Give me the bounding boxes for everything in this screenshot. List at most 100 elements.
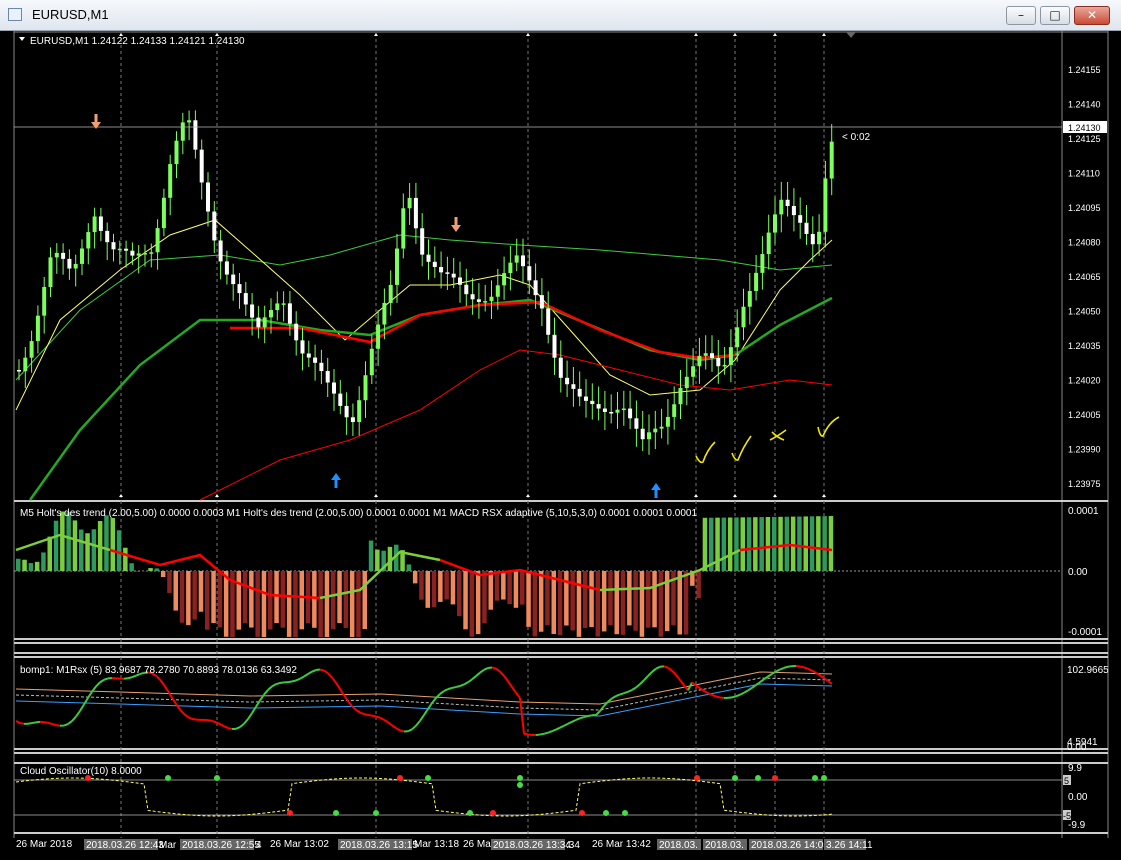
candle-body — [300, 340, 305, 354]
price-label: 1.24125 — [1068, 134, 1101, 144]
rsx-axis-top: 102.9665 — [1067, 665, 1109, 676]
rsx-segment — [63, 723, 69, 727]
candle-body — [124, 248, 129, 251]
candle-body — [168, 164, 173, 198]
candle-body — [439, 267, 444, 273]
histogram-bar — [312, 571, 317, 628]
maximize-button[interactable]: □ — [1040, 6, 1070, 25]
rsx-segment — [319, 668, 325, 672]
histogram-bar — [482, 571, 487, 624]
time-label: 2018.03.26 13:15 — [340, 840, 418, 851]
cloud-signal-dot — [287, 810, 293, 816]
candle-body — [269, 310, 273, 318]
price-label: 1.24035 — [1068, 341, 1101, 351]
candle-body — [779, 199, 784, 215]
candle-body — [596, 404, 601, 409]
histogram-bar — [545, 571, 550, 626]
candle-body — [760, 254, 765, 273]
cloud-signal-dot — [425, 775, 431, 781]
histogram-bar — [116, 530, 122, 571]
rsx-segment — [371, 714, 377, 718]
rsx-segment — [731, 695, 737, 699]
histogram-bar — [91, 529, 97, 571]
histogram-bar — [633, 571, 638, 631]
cloud-signal-dot — [622, 810, 628, 816]
candle-body — [823, 178, 828, 232]
candle-body — [728, 347, 733, 365]
candle-body — [281, 303, 286, 305]
price-label: 1.24155 — [1068, 65, 1101, 75]
histogram-bar — [274, 571, 279, 624]
candle-body — [697, 355, 702, 367]
candle-body — [180, 122, 185, 141]
histogram-bar — [337, 571, 342, 624]
chart-area — [14, 31, 1062, 839]
histogram-bar — [293, 571, 298, 637]
time-label: 2018.03.26 13:34 — [493, 840, 571, 851]
rsx-segment — [275, 682, 281, 686]
histogram-bar — [211, 571, 216, 624]
rsx-segment — [587, 714, 593, 717]
price-label: 1.24050 — [1068, 307, 1101, 317]
candle-body — [804, 222, 809, 234]
histogram-bar — [583, 571, 588, 628]
time-axis[interactable]: 26 Mar 2018 2018.03.26 12:43 Mar 2018.03… — [16, 839, 873, 851]
candle-body — [111, 242, 116, 250]
histogram-bar — [331, 571, 336, 630]
candle-body — [552, 334, 557, 358]
candle-body — [659, 426, 664, 429]
candle-body — [502, 273, 507, 286]
candle-body — [602, 408, 607, 413]
price-label: 1.24110 — [1068, 169, 1100, 179]
price-scale[interactable] — [1062, 31, 1108, 839]
rsx-segment — [623, 690, 629, 695]
histogram-bar — [104, 515, 109, 571]
histogram-bar — [28, 563, 34, 571]
candle-body — [754, 272, 759, 291]
candle-body — [313, 357, 318, 363]
current-price-label: 1.24130 — [1068, 123, 1101, 133]
candle-body — [143, 253, 147, 255]
histogram-bar — [809, 516, 815, 571]
candle-body — [149, 252, 154, 254]
cloud-signal-dot — [755, 775, 761, 781]
candle-body — [413, 197, 418, 229]
cloud-signal-dot — [812, 775, 818, 781]
candle-body — [54, 252, 59, 258]
candle-body — [161, 197, 166, 229]
histogram-bar — [129, 563, 134, 571]
candle-body — [621, 408, 626, 411]
candle-body — [653, 428, 658, 433]
histogram-bar — [343, 571, 349, 628]
candle-body — [306, 353, 311, 358]
rsx-segment — [547, 730, 553, 734]
histogram-bar — [47, 536, 52, 571]
price-label: 1.24140 — [1068, 100, 1101, 110]
candle-body — [73, 263, 78, 269]
candle-body — [558, 357, 563, 378]
candle-body — [432, 261, 437, 268]
candle-body — [98, 216, 103, 231]
cloud-panel-header: Cloud Oscillator(10) 8.0000 — [20, 766, 142, 777]
histogram-bar — [72, 520, 78, 571]
histogram-bar — [173, 571, 178, 611]
histogram-bar — [255, 571, 260, 637]
cloud-signal-dot — [517, 775, 523, 781]
rsx-segment — [27, 722, 33, 725]
minimize-button[interactable]: – — [1006, 6, 1036, 25]
candle-body — [48, 257, 53, 288]
candle-body — [703, 353, 708, 356]
histogram-bar — [520, 571, 525, 605]
histogram-bar — [249, 571, 254, 628]
rsx-segment — [447, 686, 453, 691]
candle-body — [130, 250, 135, 256]
histogram-bar — [406, 564, 412, 571]
histogram-bar — [60, 511, 65, 571]
time-label: 26 Ma — [463, 839, 491, 850]
price-label: 1.23975 — [1068, 479, 1101, 489]
histogram-bar — [627, 571, 632, 626]
chart-canvas[interactable]: EURUSD,M1 1.24122 1.24133 1.24121 1.2413… — [0, 30, 1121, 860]
close-button[interactable]: ✕ — [1074, 6, 1110, 25]
candle-body — [634, 418, 639, 429]
histogram-bar — [362, 571, 367, 630]
